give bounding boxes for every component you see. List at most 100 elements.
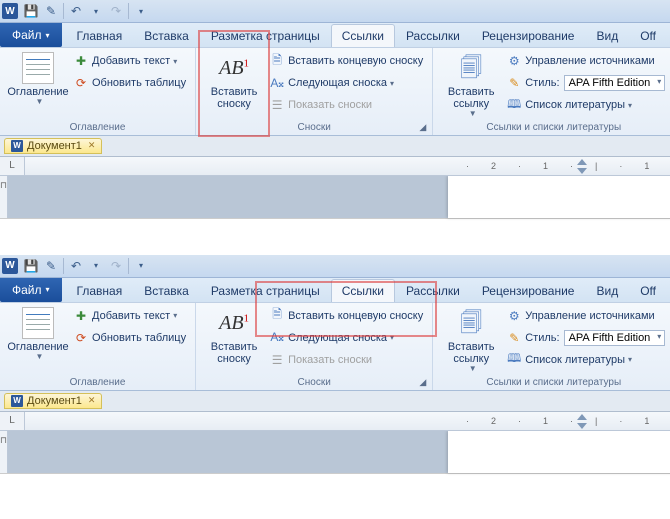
update-table-button[interactable]: ⟳ Обновить таблицу	[70, 72, 189, 94]
qat-customize-icon[interactable]: ▾	[132, 257, 150, 275]
group-toc-label: Оглавление	[6, 121, 189, 134]
ruler-horizontal[interactable]: L ·2·1·|·1·2·	[0, 412, 670, 431]
tab-selector[interactable]: L	[0, 412, 25, 430]
tab-review[interactable]: Рецензирование	[471, 24, 586, 47]
document-page[interactable]	[448, 176, 670, 218]
insert-citation-button[interactable]: 🗐 Вставить ссылку ▼	[439, 50, 503, 121]
ruler-vertical[interactable]: ⊓	[0, 431, 8, 473]
save-icon[interactable]: 💾	[22, 257, 40, 275]
toc-button[interactable]: Оглавление ▼	[6, 50, 70, 109]
bibliography-icon: 🕮	[506, 352, 522, 368]
manage-sources-button[interactable]: ⚙ Управление источниками	[503, 305, 668, 327]
ribbon: Оглавление ▼ ✚ Добавить текст ▾ ⟳ Обнови…	[0, 48, 670, 136]
tab-insert[interactable]: Вставка	[133, 24, 200, 47]
tab-references[interactable]: Ссылки	[331, 279, 395, 302]
edit-icon[interactable]: ✎	[42, 2, 60, 20]
footnote-ab1-icon: AB1	[219, 312, 249, 334]
manage-sources-label: Управление источниками	[525, 310, 654, 322]
ribbon: Оглавление ▼ ✚ Добавить текст ▾ ⟳ Обнови…	[0, 303, 670, 391]
tab-off[interactable]: Off	[629, 24, 667, 47]
dialog-launcher-icon[interactable]: ◢	[419, 377, 426, 388]
word-app-icon: W	[2, 258, 18, 274]
tab-references[interactable]: Ссылки	[331, 24, 395, 47]
tab-mailings[interactable]: Рассылки	[395, 24, 471, 47]
bibliography-button[interactable]: 🕮 Список литературы ▾	[503, 349, 668, 371]
manage-sources-button[interactable]: ⚙ Управление источниками	[503, 50, 668, 72]
undo-icon[interactable]: ↶	[67, 2, 85, 20]
style-label: Стиль:	[525, 332, 559, 344]
tab-mailings[interactable]: Рассылки	[395, 279, 471, 302]
ruler-vertical[interactable]: ⊓	[0, 176, 8, 218]
indent-marker-bottom-icon[interactable]	[577, 423, 587, 429]
tab-off[interactable]: Off	[629, 279, 667, 302]
group-footnotes-label: Сноски ◢	[202, 121, 426, 134]
tab-home[interactable]: Главная	[66, 24, 134, 47]
undo-dropdown-icon[interactable]: ▾	[87, 257, 105, 275]
next-footnote-button[interactable]: A𝄪 Следующая сноска ▾	[266, 72, 426, 94]
save-icon[interactable]: 💾	[22, 2, 40, 20]
toc-button[interactable]: Оглавление ▼	[6, 305, 70, 364]
style-dropdown[interactable]: ✎ Стиль: APA Fifth Edition	[503, 72, 668, 94]
qat-customize-icon[interactable]: ▾	[132, 2, 150, 20]
dialog-launcher-icon[interactable]: ◢	[419, 122, 426, 133]
style-icon: ✎	[506, 330, 522, 346]
group-citations: 🗐 Вставить ссылку ▼ ⚙ Управление источни…	[433, 303, 670, 390]
style-select[interactable]: APA Fifth Edition	[564, 330, 666, 346]
tab-view[interactable]: Вид	[585, 24, 629, 47]
show-notes-button[interactable]: ☰ Показать сноски	[266, 94, 426, 116]
style-dropdown[interactable]: ✎ Стиль: APA Fifth Edition	[503, 327, 668, 349]
chevron-down-icon: ▾	[173, 57, 177, 66]
edit-icon[interactable]: ✎	[42, 257, 60, 275]
next-footnote-icon: A𝄪	[269, 75, 285, 91]
qat-separator	[63, 258, 64, 274]
group-citations-label: Ссылки и списки литературы	[439, 121, 668, 134]
show-notes-icon: ☰	[269, 97, 285, 113]
insert-citation-button[interactable]: 🗐 Вставить ссылку ▼	[439, 305, 503, 376]
redo-icon[interactable]: ↷	[107, 257, 125, 275]
chevron-down-icon: ▼	[36, 353, 44, 362]
ruler-horizontal[interactable]: L ·2·1·|·1·2·	[0, 157, 670, 176]
add-text-button[interactable]: ✚ Добавить текст ▾	[70, 305, 189, 327]
insert-endnote-button[interactable]: 🗎 Вставить концевую сноску	[266, 50, 426, 72]
tab-layout[interactable]: Разметка страницы	[200, 279, 331, 302]
close-icon[interactable]: ✕	[88, 140, 96, 151]
endnote-icon: 🗎	[269, 308, 285, 324]
add-text-button[interactable]: ✚ Добавить текст ▾	[70, 50, 189, 72]
insert-footnote-button[interactable]: AB1 Вставить сноску	[202, 305, 266, 367]
add-text-label: Добавить текст	[92, 55, 170, 67]
document-tab[interactable]: W Документ1 ✕	[4, 393, 102, 409]
tab-view[interactable]: Вид	[585, 279, 629, 302]
insert-citation-label: Вставить ссылку	[448, 86, 495, 110]
document-page[interactable]	[448, 431, 670, 473]
next-footnote-button[interactable]: A𝄪 Следующая сноска ▾	[266, 327, 426, 349]
add-text-label: Добавить текст	[92, 310, 170, 322]
group-footnotes-label: Сноски ◢	[202, 376, 426, 389]
undo-icon[interactable]: ↶	[67, 257, 85, 275]
indent-marker-top-icon[interactable]	[577, 414, 587, 420]
close-icon[interactable]: ✕	[88, 395, 96, 406]
next-footnote-icon: A𝄪	[269, 330, 285, 346]
qat-separator	[128, 3, 129, 19]
redo-icon[interactable]: ↷	[107, 2, 125, 20]
manage-sources-icon: ⚙	[506, 53, 522, 69]
tab-insert[interactable]: Вставка	[133, 279, 200, 302]
tab-file[interactable]: Файл	[0, 278, 62, 302]
indent-marker-bottom-icon[interactable]	[577, 168, 587, 174]
tab-home[interactable]: Главная	[66, 279, 134, 302]
title-bar: W 💾 ✎ ↶ ▾ ↷ ▾	[0, 255, 670, 278]
indent-marker-top-icon[interactable]	[577, 159, 587, 165]
tab-layout[interactable]: Разметка страницы	[200, 24, 331, 47]
tab-selector[interactable]: L	[0, 157, 25, 175]
document-tab[interactable]: W Документ1 ✕	[4, 138, 102, 154]
undo-dropdown-icon[interactable]: ▾	[87, 2, 105, 20]
style-select[interactable]: APA Fifth Edition	[564, 75, 666, 91]
insert-endnote-button[interactable]: 🗎 Вставить концевую сноску	[266, 305, 426, 327]
show-notes-button[interactable]: ☰ Показать сноски	[266, 349, 426, 371]
tab-file[interactable]: Файл	[0, 23, 62, 47]
update-table-label: Обновить таблицу	[92, 77, 186, 89]
tab-review[interactable]: Рецензирование	[471, 279, 586, 302]
ruler-ticks: ·2·1·|·1·2·	[455, 160, 670, 172]
bibliography-button[interactable]: 🕮 Список литературы ▾	[503, 94, 668, 116]
insert-footnote-button[interactable]: AB1 Вставить сноску	[202, 50, 266, 112]
update-table-button[interactable]: ⟳ Обновить таблицу	[70, 327, 189, 349]
